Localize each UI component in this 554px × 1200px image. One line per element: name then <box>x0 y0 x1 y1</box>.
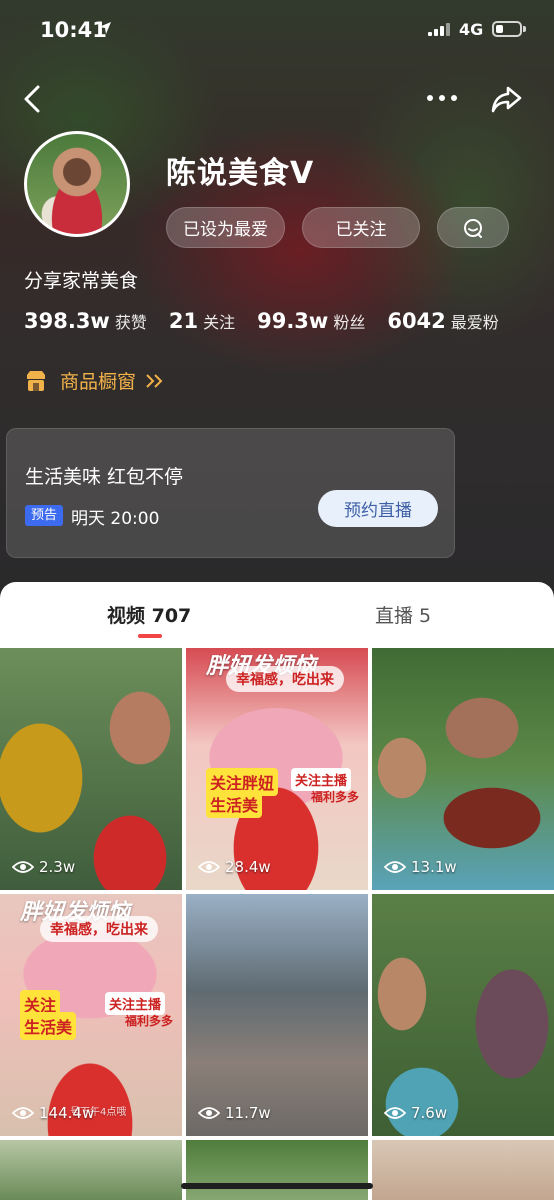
stat-following[interactable]: 21 关注 <box>169 309 235 333</box>
shop-icon <box>27 370 45 391</box>
profile-name: 陈说美食V <box>166 156 315 191</box>
eye-icon <box>12 1107 34 1119</box>
eye-icon <box>384 861 406 873</box>
location-arrow-icon <box>99 22 111 34</box>
tab-videos[interactable]: 视频 707 <box>107 601 191 628</box>
live-time: 明天 20:00 <box>71 509 160 529</box>
view-count-value: 2.3w <box>39 858 76 876</box>
stat-label: 关注 <box>203 313 236 332</box>
overlay-subtitle: 幸福感，吃出来 <box>40 916 158 942</box>
network-type: 4G <box>459 20 484 39</box>
eye-icon <box>384 1107 406 1119</box>
overlay-subtitle: 幸福感，吃出来 <box>226 666 344 692</box>
profile-stats: 398.3w 获赞 21 关注 99.3w 粉丝 6042 最爱粉 <box>24 309 521 333</box>
view-count-value: 144.4w <box>39 1104 95 1122</box>
avatar[interactable] <box>24 131 130 237</box>
double-chevron-right-icon <box>146 373 163 388</box>
stat-fans[interactable]: 99.3w 粉丝 <box>257 309 365 333</box>
view-count: 7.6w <box>384 1104 447 1122</box>
status-bar: 10:41 4G <box>0 0 554 60</box>
stat-likes[interactable]: 398.3w 获赞 <box>24 309 147 333</box>
stat-number: 398.3w <box>24 309 110 333</box>
video-tile[interactable] <box>186 1140 368 1200</box>
overlay-badge: 生活美 <box>20 1012 77 1040</box>
favorite-button[interactable]: 已设为最爱 <box>166 207 285 248</box>
overlay-badge: 生活美 <box>206 790 263 818</box>
view-count: 11.7w <box>198 1104 271 1122</box>
view-count-value: 28.4w <box>225 858 271 876</box>
view-count: 2.3w <box>12 858 75 876</box>
video-tile[interactable]: 7.6w <box>372 894 554 1136</box>
tab-live[interactable]: 直播 5 <box>375 601 431 628</box>
shop-window-label: 商品橱窗 <box>60 371 137 393</box>
stat-label: 粉丝 <box>333 313 366 332</box>
following-button[interactable]: 已关注 <box>302 207 420 248</box>
video-tile[interactable] <box>0 1140 182 1200</box>
message-button[interactable] <box>437 207 509 248</box>
eye-icon <box>198 1107 220 1119</box>
home-indicator <box>181 1183 373 1189</box>
stat-number: 6042 <box>387 309 446 333</box>
more-icon[interactable] <box>424 88 460 108</box>
view-count-value: 13.1w <box>411 858 457 876</box>
video-tile[interactable] <box>372 1140 554 1200</box>
eye-icon <box>198 861 220 873</box>
stat-number: 21 <box>168 309 199 333</box>
view-count-value: 11.7w <box>225 1104 271 1122</box>
stat-label: 最爱粉 <box>450 313 499 332</box>
video-tile[interactable]: 2.3w <box>0 648 182 890</box>
view-count: 144.4w <box>12 1104 94 1122</box>
overlay-badge: 福利多多 <box>311 790 360 804</box>
eye-icon <box>12 861 34 873</box>
view-count-value: 7.6w <box>411 1104 448 1122</box>
stat-number: 99.3w <box>257 309 329 333</box>
view-count: 28.4w <box>198 858 271 876</box>
battery-icon <box>492 21 526 37</box>
view-count: 13.1w <box>384 858 457 876</box>
video-tile[interactable]: 11.7w <box>186 894 368 1136</box>
preview-badge: 预告 <box>25 505 64 526</box>
video-tile[interactable]: 13.1w <box>372 648 554 890</box>
live-preview-card[interactable]: 生活美味 红包不停 预告 明天 20:00 预约直播 <box>6 428 455 558</box>
active-tab-indicator <box>138 634 162 638</box>
share-icon[interactable] <box>490 82 524 116</box>
live-title: 生活美味 红包不停 <box>25 466 184 488</box>
shop-window-link[interactable]: 商品橱窗 <box>24 367 164 394</box>
chat-icon <box>464 218 482 238</box>
stat-label: 获赞 <box>114 313 147 332</box>
video-tile[interactable]: 胖妞发烦恼 幸福感，吃出来 关注 生活美 关注主播 福利多多 号下午4点哦 14… <box>0 894 182 1136</box>
profile-bio: 分享家常美食 <box>24 270 139 292</box>
stat-top-fans[interactable]: 6042 最爱粉 <box>387 309 498 333</box>
signal-icon <box>428 22 452 36</box>
video-tile[interactable]: 胖妞发烦恼 幸福感，吃出来 关注胖妞 生活美 关注主播 福利多多 28.4w <box>186 648 368 890</box>
back-icon[interactable] <box>18 82 48 116</box>
reserve-live-button[interactable]: 预约直播 <box>318 490 438 527</box>
overlay-badge: 福利多多 <box>125 1014 174 1028</box>
